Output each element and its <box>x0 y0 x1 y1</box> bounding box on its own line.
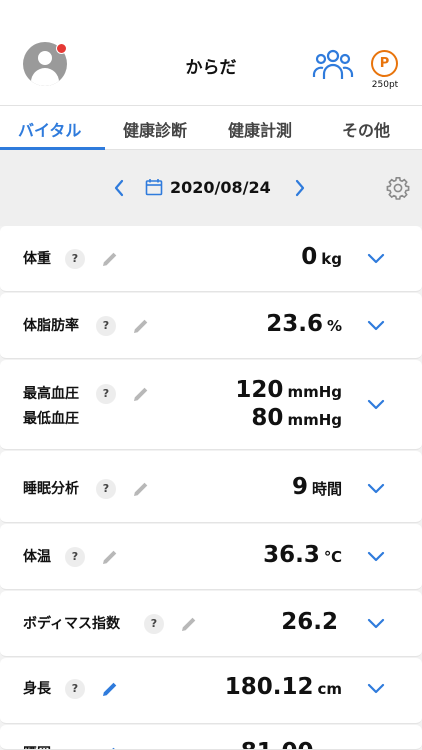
vital-value: 81.00cm <box>241 739 342 749</box>
vital-label: 身長 <box>23 681 51 697</box>
value-number: 26.2 <box>281 609 338 635</box>
value-number: 36.3 <box>263 542 320 568</box>
chevron-down-icon[interactable] <box>366 399 386 411</box>
help-icon[interactable]: ? <box>65 249 85 269</box>
pencil-icon[interactable] <box>101 680 119 698</box>
vital-card-sleep[interactable]: 睡眠分析 ? 9 時間 <box>0 451 422 523</box>
page-title: からだ <box>185 58 237 78</box>
tab-health-checkup[interactable]: 健康診断 <box>123 117 187 141</box>
pencil-icon[interactable] <box>132 317 150 335</box>
value-number: 81.00 <box>241 739 314 749</box>
help-icon[interactable]: ? <box>65 547 85 567</box>
vital-label-systolic: 最高血圧 <box>23 386 79 402</box>
tab-other[interactable]: その他 <box>342 117 390 141</box>
chevron-down-icon[interactable] <box>366 618 386 630</box>
pencil-icon[interactable] <box>132 385 150 403</box>
current-date[interactable]: 2020/08/24 <box>170 178 271 197</box>
vital-value: 36.3 ℃ <box>263 542 342 568</box>
vital-label: 体脂肪率 <box>23 318 79 334</box>
vital-card-temperature[interactable]: 体温 ? 36.3 ℃ <box>0 524 422 590</box>
help-icon[interactable]: ? <box>96 479 116 499</box>
vital-value: 180.12 cm <box>225 674 342 700</box>
value-unit: cm <box>317 680 342 698</box>
value-unit: kg <box>321 250 342 268</box>
points-label: 250pt <box>371 80 399 90</box>
next-date-icon[interactable] <box>294 179 306 197</box>
pencil-icon[interactable] <box>180 615 198 633</box>
pencil-icon[interactable] <box>101 548 119 566</box>
calendar-icon[interactable] <box>145 178 163 196</box>
vital-card-waist[interactable]: 腰囲 81.00cm <box>0 725 422 750</box>
vital-value: 9 時間 <box>292 474 342 500</box>
help-icon[interactable]: ? <box>96 316 116 336</box>
vital-value: 26.2 <box>281 609 338 635</box>
tab-vital[interactable]: バイタル <box>18 117 81 141</box>
vital-card-body-fat[interactable]: 体脂肪率 ? 23.6% <box>0 293 422 359</box>
vital-label: 体温 <box>23 549 51 565</box>
value-unit: ℃ <box>323 548 342 566</box>
value-number: 120 <box>235 377 284 403</box>
vital-value-diastolic: 80 mmHg <box>251 405 342 431</box>
value-number: 80 <box>251 405 284 431</box>
vital-value: 23.6% <box>266 311 342 337</box>
help-icon[interactable]: ? <box>65 679 85 699</box>
vital-label-diastolic: 最低血圧 <box>23 411 79 427</box>
category-tabs: バイタル 健康診断 健康計測 その他 <box>0 105 422 150</box>
value-unit: % <box>326 317 342 335</box>
value-number: 0 <box>301 244 318 270</box>
value-number: 9 <box>291 474 308 500</box>
chevron-down-icon[interactable] <box>366 683 386 695</box>
vital-card-bmi[interactable]: ボディマス指数 ? 26.2 <box>0 591 422 657</box>
vital-label: 睡眠分析 <box>23 481 79 497</box>
help-icon[interactable]: ? <box>144 614 164 634</box>
value-unit: mmHg <box>287 411 342 429</box>
vital-label: 腰囲 <box>23 745 51 749</box>
pencil-icon[interactable] <box>101 745 119 750</box>
gear-icon[interactable] <box>386 176 410 200</box>
value-unit: 時間 <box>311 480 342 498</box>
vital-card-weight[interactable]: 体重 ? 0 kg <box>0 226 422 292</box>
value-unit: mmHg <box>287 383 342 401</box>
vital-label: 体重 <box>23 251 51 267</box>
vital-value-systolic: 120 mmHg <box>235 377 342 403</box>
vital-card-blood-pressure[interactable]: 最高血圧 最低血圧 ? 120 mmHg 80 mmHg <box>0 360 422 450</box>
pencil-icon[interactable] <box>132 480 150 498</box>
app-header: からだ P 250pt <box>0 0 422 105</box>
date-bar: 2020/08/24 <box>0 150 422 226</box>
vital-card-height[interactable]: 身長 ? 180.12 cm <box>0 658 422 724</box>
vital-value: 0 kg <box>301 244 342 270</box>
prev-date-icon[interactable] <box>113 179 125 197</box>
help-icon[interactable]: ? <box>96 384 116 404</box>
family-icon[interactable] <box>312 48 354 82</box>
chevron-down-icon[interactable] <box>366 253 386 265</box>
tab-health-measurement[interactable]: 健康計測 <box>228 117 292 141</box>
value-number: 23.6 <box>266 311 323 337</box>
value-unit: cm <box>317 745 342 749</box>
vital-label: ボディマス指数 <box>23 616 121 632</box>
value-number: 180.12 <box>224 674 314 700</box>
chevron-down-icon[interactable] <box>366 551 386 563</box>
pencil-icon[interactable] <box>101 250 119 268</box>
chevron-down-icon[interactable] <box>366 320 386 332</box>
chevron-down-icon[interactable] <box>366 483 386 495</box>
points-icon[interactable]: P <box>371 50 398 77</box>
